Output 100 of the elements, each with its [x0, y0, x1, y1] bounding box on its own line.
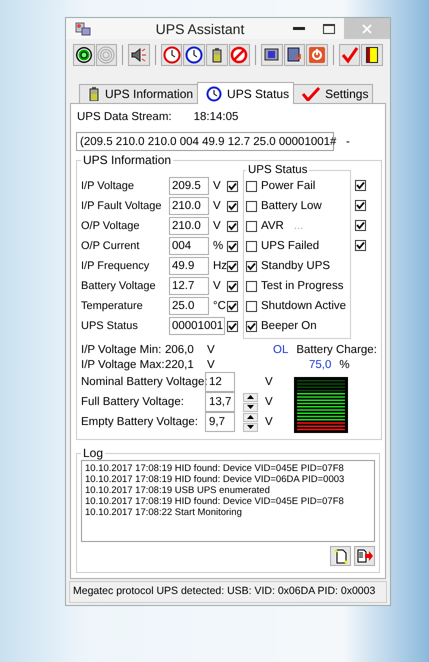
value-field[interactable]: 49.9 — [169, 257, 209, 275]
checkbox[interactable] — [246, 260, 257, 272]
checkbox[interactable] — [246, 240, 257, 252]
log-entry: 10.10.2017 17:08:19 HID found: Device VID=045E PID=07F8 — [85, 463, 345, 474]
checkbox-label: Beeper On — [261, 320, 317, 332]
group-title: UPS Status — [247, 164, 308, 176]
export-log-button[interactable] — [354, 546, 375, 566]
field-label: Full Battery Voltage: — [81, 396, 185, 408]
checkbox[interactable] — [355, 240, 366, 251]
log-entry: 10.10.2017 17:08:19 USB UPS enumerated — [85, 485, 271, 496]
log-entry: 10.10.2017 17:08:19 HID found: Device VID=06DA PID=0003 — [85, 474, 346, 485]
checkbox[interactable] — [246, 200, 257, 212]
checkbox[interactable] — [227, 240, 238, 252]
spin-up-button[interactable] — [243, 392, 258, 402]
unit-label: V — [212, 280, 222, 292]
field-label: Empty Battery Voltage: — [81, 416, 199, 428]
stop-button[interactable] — [228, 44, 250, 66]
new-log-button[interactable] — [330, 546, 351, 566]
checkbox[interactable] — [246, 180, 257, 192]
save-return-button[interactable] — [284, 44, 306, 66]
battery-button[interactable] — [206, 44, 228, 66]
value-field[interactable]: 210.0 — [169, 197, 209, 215]
clock-icon — [185, 46, 204, 64]
unit-label: V — [212, 180, 222, 192]
battery-charge-value: 75,0 — [309, 359, 332, 371]
field-label: I/P Voltage Min: — [81, 344, 162, 356]
disk-arrow-icon — [286, 46, 304, 64]
value-field[interactable]: 9,7 — [205, 412, 235, 432]
checkbox[interactable] — [227, 200, 238, 212]
unit-label: Hz — [212, 260, 227, 272]
value-field[interactable]: 13,7 — [205, 392, 235, 412]
checkbox-label: Standby UPS — [261, 260, 330, 272]
tab[interactable]: Settings — [293, 84, 374, 103]
spin-up-button[interactable] — [243, 412, 258, 422]
up-arrow-icon — [247, 395, 254, 399]
data-stream-time: 18:14:05 — [194, 111, 238, 123]
checkbox[interactable] — [227, 220, 238, 232]
checkbox[interactable] — [227, 280, 238, 292]
data-stream-label: UPS Data Stream: — [77, 111, 172, 123]
app-icon — [74, 20, 92, 36]
field-label: Nominal Battery Voltage: — [81, 376, 205, 388]
spin-down-button[interactable] — [243, 402, 258, 412]
value-field[interactable]: 210.0 — [169, 217, 209, 235]
checkmark-button[interactable] — [338, 44, 360, 66]
checkbox[interactable] — [355, 180, 366, 191]
exit-door-button[interactable] — [361, 44, 384, 66]
field-label: UPS Status — [81, 320, 139, 332]
group-title: UPS Information — [82, 153, 172, 167]
tab[interactable]: UPS Information — [79, 84, 198, 103]
checkbox[interactable] — [227, 300, 238, 312]
minimize-icon[interactable] — [293, 26, 305, 30]
monitor-button[interactable] — [261, 44, 283, 66]
power-icon — [308, 46, 326, 64]
checkbox[interactable] — [227, 260, 238, 272]
value-field[interactable]: 12.7 — [169, 277, 209, 295]
target-icon — [74, 46, 93, 64]
field-label: Battery Voltage — [81, 280, 157, 292]
checkbox-label: UPS Failed — [261, 240, 320, 252]
checkbox-label: AVR — [261, 220, 284, 232]
tab[interactable]: UPS Status — [197, 82, 294, 104]
checkbox[interactable] — [246, 320, 257, 332]
voltage-value: 220,1 — [165, 358, 195, 370]
checkbox-label: Power Fail — [261, 180, 316, 192]
checkbox[interactable] — [355, 220, 366, 231]
unit-label: V — [207, 344, 215, 356]
timer-button[interactable] — [183, 44, 205, 66]
unit-label: V — [265, 396, 273, 408]
mode-indicator: OL — [273, 344, 288, 356]
checkbox[interactable] — [227, 320, 238, 332]
clock-button[interactable] — [160, 44, 182, 66]
field-label: O/P Voltage — [81, 220, 141, 232]
clock-icon — [162, 46, 181, 64]
log-entry: 10.10.2017 17:08:19 HID found: Device VID=045E PID=07F8 — [85, 496, 345, 507]
value-field[interactable]: 25.0 — [169, 297, 209, 315]
field-label: O/P Current — [81, 240, 140, 252]
unit-label: V — [265, 416, 273, 428]
spin-down-button[interactable] — [243, 422, 258, 432]
value-field[interactable]: 209.5 — [169, 177, 209, 195]
checkbox[interactable] — [246, 280, 257, 292]
unit-label: V — [212, 220, 222, 232]
checkbox[interactable] — [246, 220, 257, 232]
power-button[interactable] — [306, 44, 328, 66]
unit-label: V — [207, 358, 215, 370]
new-document-icon — [332, 548, 348, 564]
checkbox[interactable] — [355, 200, 366, 211]
checkbox[interactable] — [246, 300, 257, 312]
value-field[interactable]: 00001001 — [169, 317, 225, 335]
checkmark-icon — [302, 87, 320, 101]
checkbox[interactable] — [227, 180, 238, 192]
maximize-icon[interactable] — [323, 24, 335, 34]
target-button[interactable] — [73, 44, 95, 66]
value-field[interactable]: 12 — [205, 372, 235, 392]
speaker-button[interactable] — [128, 44, 150, 66]
rings-icon — [97, 46, 116, 64]
up-arrow-icon — [247, 415, 254, 419]
unit-label: % — [339, 359, 350, 371]
data-stream-field[interactable]: (209.5 210.0 210.0 004 49.9 12.7 25.0 00001001# — [76, 132, 334, 151]
checkbox-label: Test in Progress — [261, 280, 344, 292]
field-label: I/P Voltage Max: — [81, 358, 165, 370]
value-field[interactable]: 004 — [169, 237, 209, 255]
